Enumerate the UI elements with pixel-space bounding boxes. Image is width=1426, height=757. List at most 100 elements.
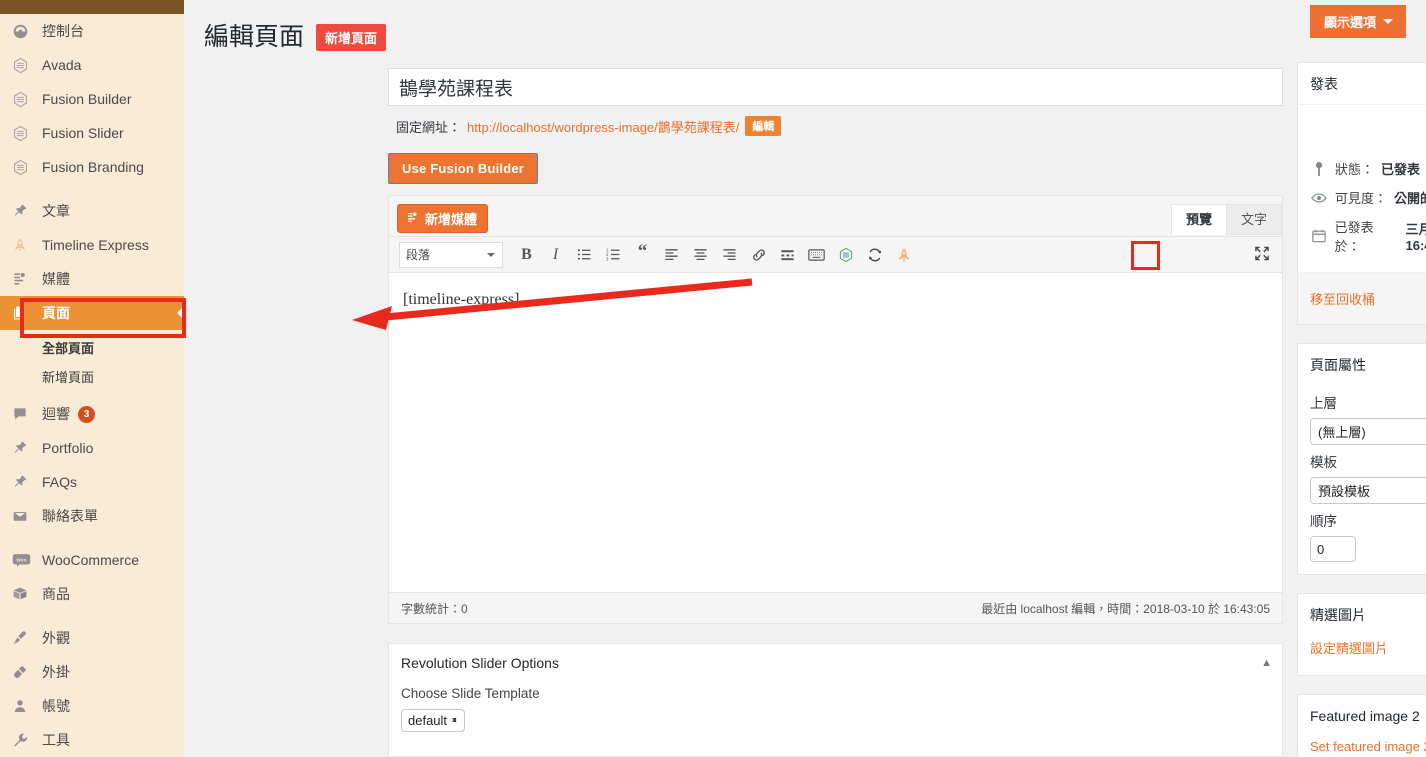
sidebar-item-comments[interactable]: 迴響 3 <box>0 397 184 431</box>
fusion-icon[interactable] <box>832 242 859 268</box>
pin-icon <box>12 474 42 490</box>
sidebar-item-label: 帳號 <box>42 698 70 714</box>
visibility-label: 可見度： <box>1335 191 1388 206</box>
set-featured-image-2-link[interactable]: Set featured image 2 <box>1310 737 1426 757</box>
sidebar-item-fusion-builder[interactable]: Fusion Builder <box>0 82 184 116</box>
post-title-input[interactable] <box>389 69 1282 105</box>
permalink-url[interactable]: http://localhost/wordpress-image/鵲學苑課程表/ <box>467 117 739 136</box>
sidebar-item-woocommerce[interactable]: Woo WooCommerce <box>0 543 184 577</box>
media-icon <box>406 211 419 227</box>
align-center-icon[interactable] <box>687 242 714 268</box>
avada-icon <box>12 159 42 176</box>
timeline-express-rocket-icon[interactable] <box>890 242 917 268</box>
submenu-item-all-pages[interactable]: 全部頁面 <box>0 333 184 362</box>
avada-icon <box>12 125 42 142</box>
revision-icon[interactable] <box>861 242 888 268</box>
slide-template-select[interactable]: default ▲ ▼ <box>401 709 465 732</box>
sidebar-item-contact-form[interactable]: 聯絡表單 <box>0 499 184 533</box>
sidebar-item-portfolio[interactable]: Portfolio <box>0 431 184 465</box>
chevron-down-icon <box>487 252 495 261</box>
main-content: 顯示選項 編輯頁面 新增頁面 固定網址： http://localhost/wo… <box>184 0 1426 757</box>
sidebar-item-label: 工具 <box>42 732 70 748</box>
permalink-label: 固定網址： <box>396 119 462 135</box>
fullscreen-icon[interactable] <box>1254 245 1270 264</box>
move-to-trash-link[interactable]: 移至回收桶 <box>1310 289 1375 308</box>
featured-image-2-header: Featured image 2 ▲ <box>1298 695 1426 737</box>
featured-image-title: 精選圖片 <box>1310 607 1366 623</box>
pages-submenu: 全部頁面 新增頁面 <box>0 330 184 397</box>
rocket-icon <box>12 237 42 253</box>
sidebar-item-users[interactable]: 帳號 <box>0 689 184 723</box>
mail-icon <box>12 508 42 524</box>
featured-image-body: 設定精選圖片 <box>1298 636 1426 675</box>
post-title-wrap <box>388 68 1283 106</box>
edit-permalink-button[interactable]: 編輯 <box>745 116 782 136</box>
chevron-down-icon <box>1383 18 1393 29</box>
permalink-row: 固定網址： http://localhost/wordpress-image/鵲… <box>396 116 782 136</box>
sidebar-item-label: Avada <box>42 57 82 73</box>
sidebar-item-posts[interactable]: 文章 <box>0 194 184 228</box>
tab-text[interactable]: 文字 <box>1225 204 1282 236</box>
sidebar-item-faqs[interactable]: FAQs <box>0 465 184 499</box>
read-more-icon[interactable] <box>774 242 801 268</box>
chevron-up-icon[interactable]: ▲ <box>1261 657 1272 669</box>
sidebar-item-label: FAQs <box>42 474 78 490</box>
align-right-icon[interactable] <box>716 242 743 268</box>
svg-text:Woo: Woo <box>16 557 26 563</box>
menu-order-input[interactable] <box>1310 536 1356 562</box>
align-left-icon[interactable] <box>658 242 685 268</box>
show-settings-label: 顯示選項 <box>1323 15 1376 30</box>
sidebar-item-media[interactable]: 媒體 <box>0 262 184 296</box>
sidebar-item-dashboard[interactable]: 控制台 <box>0 14 184 48</box>
sidebar-item-label: 迴響 <box>42 406 70 422</box>
sidebar-item-appearance[interactable]: 外觀 <box>0 621 184 655</box>
use-fusion-builder-button[interactable]: Use Fusion Builder <box>388 153 539 184</box>
dashboard-icon <box>12 23 42 40</box>
page-title-row: 編輯頁面 新增頁面 <box>204 22 387 52</box>
pin-icon <box>1310 161 1328 176</box>
last-edited-info: 最近由 localhost 編輯，時間：2018-03-10 於 16:43:0… <box>981 601 1270 616</box>
page-attributes-header: 頁面屬性 ▲ <box>1298 344 1426 386</box>
paragraph-format-select[interactable]: 段落 <box>399 241 503 268</box>
publish-box: 發表 ▲ 預覽修改 狀態： 已發表 編輯 <box>1297 62 1426 325</box>
comment-count-badge: 3 <box>78 405 95 423</box>
visibility-row: 可見度： 公開的 編輯 <box>1310 183 1426 212</box>
sidebar-item-products[interactable]: 商品 <box>0 577 184 611</box>
sidebar-item-plugins[interactable]: 外掛 <box>0 655 184 689</box>
link-icon[interactable] <box>745 242 772 268</box>
set-featured-image-link[interactable]: 設定精選圖片 <box>1310 636 1388 663</box>
sidebar-item-tools[interactable]: 工具 <box>0 723 184 757</box>
template-label: 模板 <box>1310 455 1337 470</box>
sidebar-item-fusion-branding[interactable]: Fusion Branding <box>0 150 184 184</box>
numbered-list-icon[interactable]: 123 <box>600 242 627 268</box>
add-new-page-button[interactable]: 新增頁面 <box>316 23 387 51</box>
box-icon <box>12 586 42 602</box>
sidebar-item-pages[interactable]: 頁面 <box>0 296 184 330</box>
keyboard-shortcuts-icon[interactable] <box>803 242 830 268</box>
slide-template-value: default <box>408 713 448 728</box>
italic-icon[interactable]: I <box>542 242 569 268</box>
revolution-slider-options-box: Revolution Slider Options ▲ Choose Slide… <box>388 643 1283 757</box>
plug-icon <box>12 664 42 680</box>
tab-visual[interactable]: 預覽 <box>1170 204 1227 236</box>
admin-bar <box>0 0 184 14</box>
parent-select[interactable]: (無上層) ▲▼ <box>1310 418 1426 445</box>
template-select[interactable]: 預設模板 ▲▼ <box>1310 477 1426 504</box>
bulleted-list-icon[interactable] <box>571 242 598 268</box>
submenu-item-add-page[interactable]: 新增頁面 <box>0 362 184 391</box>
sidebar-item-label: 媒體 <box>42 271 70 287</box>
sidebar-item-fusion-slider[interactable]: Fusion Slider <box>0 116 184 150</box>
blockquote-icon[interactable]: “ <box>629 242 656 268</box>
bold-icon[interactable]: B <box>513 242 540 268</box>
sidebar-item-label: Fusion Builder <box>42 91 132 107</box>
sidebar-item-label: Fusion Slider <box>42 125 124 141</box>
sidebar-item-timeline-express[interactable]: Timeline Express <box>0 228 184 262</box>
parent-select-value: (無上層) <box>1318 425 1366 440</box>
comment-icon <box>12 406 42 422</box>
editor-content-area[interactable]: [timeline-express] <box>389 273 1282 583</box>
add-media-button[interactable]: 新增媒體 <box>397 204 489 233</box>
revslider-title: Revolution Slider Options <box>401 655 559 671</box>
show-settings-button[interactable]: 顯示選項 <box>1309 5 1406 38</box>
visibility-value: 公開的 <box>1394 191 1426 206</box>
sidebar-item-avada[interactable]: Avada <box>0 48 184 82</box>
